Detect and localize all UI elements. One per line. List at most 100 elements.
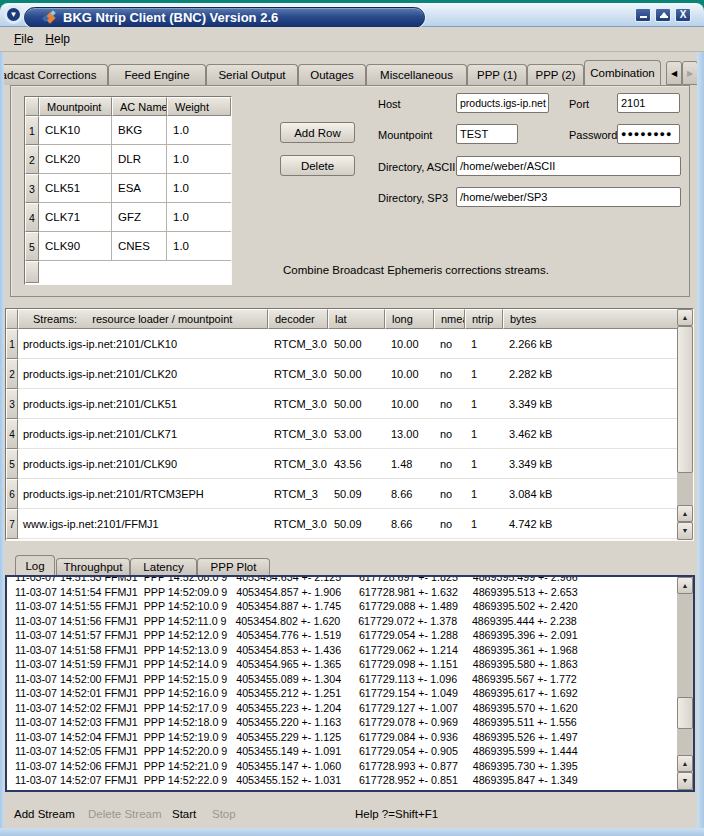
directory-ascii-input[interactable]: /home/weber/ASCII (456, 156, 681, 176)
row-header[interactable]: 3 (25, 174, 39, 203)
cell-long[interactable]: 1.48 (385, 449, 434, 479)
cell-source[interactable]: products.igs-ip.net:2101/CLK71 (18, 419, 268, 449)
stop-button[interactable]: Stop (212, 808, 236, 820)
scroll-up-button[interactable]: ▲ (677, 755, 693, 772)
cell-decoder[interactable]: RTCM_3.0 (268, 329, 328, 359)
cell-long[interactable]: 8.66 (385, 479, 434, 509)
scrollbar-thumb[interactable] (677, 697, 693, 729)
cell-decoder[interactable]: RTCM_3.0 (268, 419, 328, 449)
cell-weight[interactable]: 1.0 (167, 116, 231, 145)
cell-bytes[interactable]: 3.462 kB (503, 419, 678, 449)
tab-log[interactable]: Log (15, 555, 55, 575)
scroll-up-button[interactable]: ▲ (677, 309, 693, 326)
tab-feed-engine[interactable]: Feed Engine (108, 64, 206, 85)
cell-nmea[interactable]: no (434, 479, 465, 509)
cell-lat[interactable]: 50.00 (328, 359, 385, 389)
cell-ac-name[interactable]: DLR (112, 145, 167, 174)
table-row[interactable]: 2 CLK20 DLR 1.0 (25, 145, 231, 174)
tab-miscellaneous[interactable]: Miscellaneous (366, 64, 467, 85)
cell-bytes[interactable]: 3.349 kB (503, 449, 678, 479)
stream-row[interactable]: 3 products.igs-ip.net:2101/CLK51 RTCM_3.… (6, 389, 693, 419)
cell-source[interactable]: products.igs-ip.net:2101/CLK10 (18, 329, 268, 359)
cell-ac-name[interactable]: GFZ (112, 203, 167, 232)
tab-combination[interactable]: Combination (584, 60, 661, 85)
cell-weight[interactable]: 1.0 (167, 145, 231, 174)
cell-long[interactable]: 13.00 (385, 419, 434, 449)
cell-weight[interactable]: 1.0 (167, 232, 231, 261)
cell-bytes[interactable]: 3.084 kB (503, 479, 678, 509)
cell-bytes[interactable]: 2.282 kB (503, 359, 678, 389)
streams-scrollbar[interactable]: ▲ ▲ ▼ (677, 309, 693, 540)
cell-long[interactable]: 10.00 (385, 329, 434, 359)
header-ac-name[interactable]: AC Name (112, 97, 167, 116)
row-header[interactable]: 1 (25, 116, 39, 145)
cell-nmea[interactable]: no (434, 449, 465, 479)
header-weight[interactable]: Weight (167, 97, 231, 116)
row-header[interactable]: 2 (6, 359, 18, 389)
cell-mountpoint[interactable]: CLK20 (39, 145, 112, 174)
stream-row[interactable]: 7 www.igs-ip.net:2101/FFMJ1 RTCM_3.0 50.… (6, 509, 693, 539)
cell-bytes[interactable]: 3.349 kB (503, 389, 678, 419)
stream-row[interactable]: 6 products.igs-ip.net:2101/RTCM3EPH RTCM… (6, 479, 693, 509)
scroll-down-button[interactable]: ▼ (677, 772, 693, 790)
cell-source[interactable]: products.igs-ip.net:2101/RTCM3EPH (18, 479, 268, 509)
password-input[interactable]: ●●●●●●●● (617, 124, 680, 144)
stream-row[interactable]: 5 products.igs-ip.net:2101/CLK90 RTCM_3.… (6, 449, 693, 479)
header-nmea[interactable]: nmea (434, 309, 465, 329)
scroll-up-button[interactable]: ▲ (677, 505, 693, 522)
tab-scroll-right-button[interactable]: ▶ (682, 61, 697, 85)
cell-long[interactable]: 8.66 (385, 509, 434, 539)
host-input[interactable]: products.igs-ip.net (456, 93, 549, 113)
cell-ac-name[interactable]: BKG (112, 116, 167, 145)
cell-source[interactable]: products.igs-ip.net:2101/CLK90 (18, 449, 268, 479)
cell-ntrip[interactable]: 1 (465, 479, 503, 509)
cell-ntrip[interactable]: 1 (465, 389, 503, 419)
cell-ntrip[interactable]: 1 (465, 359, 503, 389)
tab-serial-output[interactable]: Serial Output (206, 64, 298, 85)
shade-button[interactable] (655, 8, 671, 22)
tab-outages[interactable]: Outages (298, 64, 366, 85)
cell-lat[interactable]: 50.00 (328, 389, 385, 419)
cell-ac-name[interactable]: ESA (112, 174, 167, 203)
cell-weight[interactable]: 1.0 (167, 174, 231, 203)
header-ntrip[interactable]: ntrip (465, 309, 503, 329)
table-row[interactable]: 1 CLK10 BKG 1.0 (25, 116, 231, 145)
cell-lat[interactable]: 50.09 (328, 509, 385, 539)
scrollbar-thumb[interactable] (677, 326, 693, 473)
cell-ntrip[interactable]: 1 (465, 419, 503, 449)
stream-row[interactable]: 4 products.igs-ip.net:2101/CLK71 RTCM_3.… (6, 419, 693, 449)
row-header[interactable]: 7 (6, 509, 18, 539)
header-mountpoint[interactable]: Mountpoint (39, 97, 112, 116)
cell-lat[interactable]: 53.00 (328, 419, 385, 449)
row-header[interactable]: 5 (25, 232, 39, 261)
row-header[interactable]: 3 (6, 389, 18, 419)
table-row[interactable]: 3 CLK51 ESA 1.0 (25, 174, 231, 203)
tab-ppp-2[interactable]: PPP (2) (527, 64, 584, 85)
cell-decoder[interactable]: RTCM_3.0 (268, 359, 328, 389)
tab-broadcast-corrections[interactable]: Broadcast Corrections (4, 64, 108, 85)
header-lat[interactable]: lat (328, 309, 385, 329)
add-row-button[interactable]: Add Row (280, 122, 355, 143)
cell-mountpoint[interactable]: CLK71 (39, 203, 112, 232)
cell-ac-name[interactable]: CNES (112, 232, 167, 261)
delete-row-button[interactable]: Delete (280, 155, 355, 176)
cell-long[interactable]: 10.00 (385, 359, 434, 389)
scroll-down-button[interactable]: ▼ (677, 522, 693, 540)
start-button[interactable]: Start (172, 808, 196, 820)
cell-weight[interactable]: 1.0 (167, 203, 231, 232)
mountpoint-input[interactable]: TEST (456, 124, 518, 144)
header-bytes[interactable]: bytes (503, 309, 678, 329)
stream-row[interactable]: 1 products.igs-ip.net:2101/CLK10 RTCM_3.… (6, 329, 693, 359)
port-input[interactable]: 2101 (617, 93, 680, 113)
row-header[interactable]: 5 (6, 449, 18, 479)
tab-ppp-plot[interactable]: PPP Plot (197, 558, 270, 575)
add-stream-button[interactable]: Add Stream (14, 808, 75, 820)
header-long[interactable]: long (385, 309, 434, 329)
cell-source[interactable]: products.igs-ip.net:2101/CLK20 (18, 359, 268, 389)
row-header[interactable]: 4 (6, 419, 18, 449)
cell-bytes[interactable]: 4.742 kB (503, 509, 678, 539)
header-source[interactable]: Streams: resource loader / mountpoint (18, 309, 268, 329)
close-button[interactable]: X (675, 8, 691, 22)
directory-sp3-input[interactable]: /home/weber/SP3 (456, 187, 681, 207)
cell-nmea[interactable]: no (434, 509, 465, 539)
